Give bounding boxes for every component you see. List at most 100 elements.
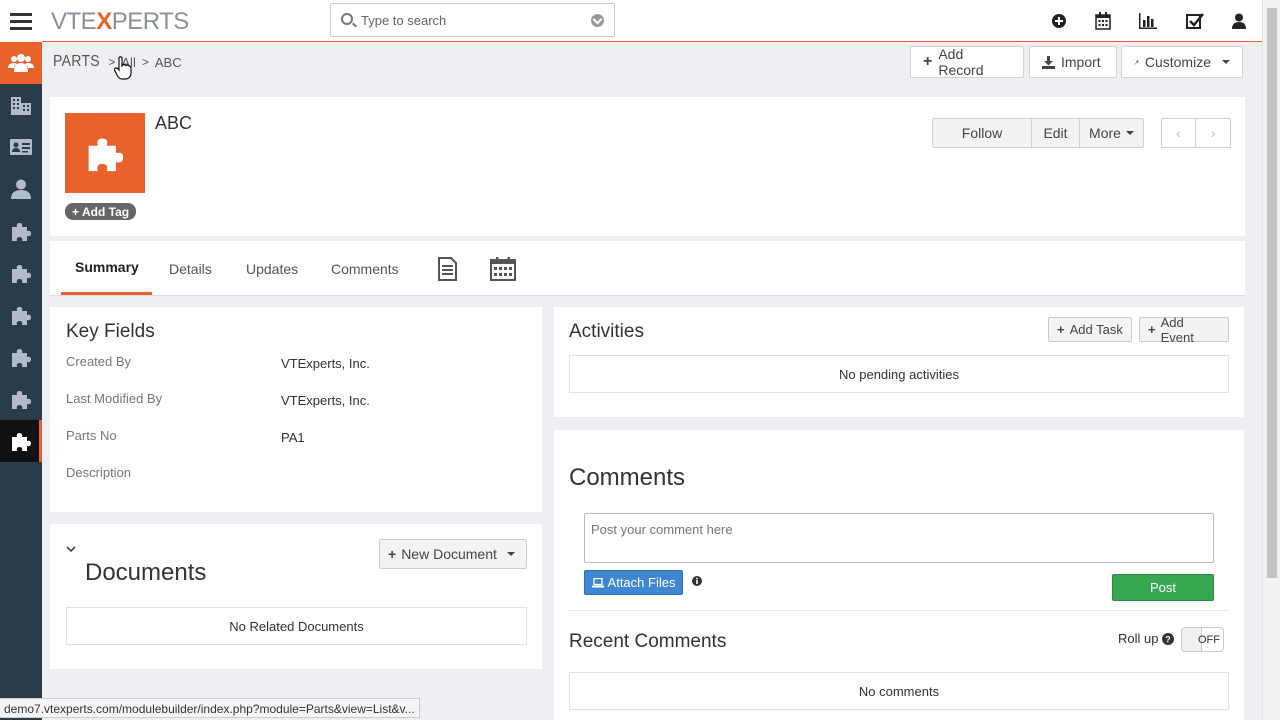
add-tag-label: Add Tag: [82, 204, 130, 219]
post-comment-button[interactable]: Post: [1112, 574, 1214, 601]
key-fields-panel: Key Fields Created By VTExperts, Inc. La…: [50, 307, 542, 512]
customize-button[interactable]: Customize: [1121, 46, 1243, 78]
sidebar-item-parts[interactable]: [0, 420, 42, 462]
comment-input[interactable]: [584, 513, 1214, 563]
search-dropdown-icon[interactable]: [591, 14, 604, 27]
users-group-icon: [8, 54, 34, 72]
chart-icon[interactable]: [1139, 13, 1157, 29]
edit-button[interactable]: Edit: [1032, 119, 1080, 147]
tab-summary[interactable]: Summary: [61, 241, 152, 295]
more-label: More: [1089, 125, 1121, 141]
sidebar-item-users[interactable]: [0, 42, 42, 84]
add-task-button[interactable]: + Add Task: [1048, 317, 1132, 342]
key-fields-title: Key Fields: [66, 321, 155, 342]
attach-files-button[interactable]: Attach Files: [584, 570, 683, 595]
plus-icon: +: [72, 204, 80, 219]
import-button[interactable]: Import: [1029, 46, 1117, 78]
field-value-last-modified-by[interactable]: VTExperts, Inc.: [281, 393, 370, 408]
top-bar: VTEXPERTS: [0, 0, 1262, 42]
chevron-left-icon: ‹: [1176, 125, 1181, 141]
app-logo[interactable]: VTEXPERTS: [51, 8, 189, 36]
logo-text-end: PERTS: [111, 8, 190, 35]
roll-up-toggle[interactable]: OFF: [1181, 627, 1224, 652]
calendar-icon: [490, 256, 516, 281]
comments-empty-message: No comments: [569, 672, 1229, 710]
caret-down-icon: [506, 552, 515, 556]
plus-icon: +: [1148, 322, 1156, 337]
activities-empty-message: No pending activities: [569, 355, 1229, 393]
chevron-right-icon: ›: [1210, 125, 1216, 141]
add-event-button[interactable]: + Add Event: [1139, 315, 1229, 345]
sidebar-item-organizations[interactable]: [0, 84, 42, 126]
sidebar-item-module-3[interactable]: [0, 294, 42, 336]
recent-comments-title: Recent Comments: [569, 631, 727, 652]
person-icon: [11, 179, 31, 199]
field-label: Description: [66, 465, 132, 480]
record-pager: ‹ ›: [1161, 118, 1231, 148]
sidebar-item-module-4[interactable]: [0, 336, 42, 378]
add-circle-icon[interactable]: [1051, 13, 1067, 29]
puzzle-icon: [12, 349, 31, 367]
chevron-down-icon[interactable]: [66, 546, 76, 554]
sidebar-item-leads[interactable]: [0, 168, 42, 210]
logo-text-x: X: [96, 8, 112, 35]
prev-record-button[interactable]: ‹: [1162, 119, 1196, 147]
svg-text:?: ?: [1165, 635, 1171, 645]
search-icon: [341, 13, 353, 25]
follow-button[interactable]: Follow: [933, 119, 1032, 147]
tab-documents[interactable]: [438, 241, 457, 296]
user-icon[interactable]: [1232, 13, 1246, 29]
record-module-image: [65, 113, 145, 193]
documents-empty-message: No Related Documents: [66, 607, 527, 645]
info-icon[interactable]: [692, 576, 702, 586]
record-title: ABC: [155, 113, 193, 133]
calendar-icon[interactable]: [1095, 12, 1111, 30]
add-tag-button[interactable]: + Add Tag: [65, 203, 137, 220]
sidebar-item-contacts[interactable]: [0, 126, 42, 168]
sidebar-item-module-5[interactable]: [0, 378, 42, 420]
field-label: Last Modified By: [66, 391, 163, 406]
field-value-parts-no[interactable]: PA1: [281, 430, 305, 445]
menu-hamburger-icon[interactable]: [0, 0, 42, 42]
page-scrollbar[interactable]: [1262, 0, 1280, 720]
field-label: Created By: [66, 354, 132, 369]
wrench-icon: [1134, 59, 1139, 65]
caret-down-icon: [1125, 131, 1134, 135]
caret-down-icon: [1222, 60, 1230, 64]
tab-calendar[interactable]: [490, 241, 516, 296]
new-document-label: New Document: [401, 546, 497, 562]
plus-icon: +: [1057, 322, 1065, 337]
link-status-bar: demo7.vtexperts.com/modulebuilder/index.…: [0, 698, 420, 718]
help-icon[interactable]: ?: [1162, 633, 1174, 645]
sidebar-item-module-1[interactable]: [0, 210, 42, 252]
activities-title: Activities: [569, 321, 644, 342]
plus-icon: +: [388, 546, 397, 562]
more-button[interactable]: More: [1080, 119, 1143, 147]
breadcrumb-module[interactable]: PARTS: [53, 53, 100, 71]
record-actions: Follow Edit More: [932, 118, 1144, 148]
tab-updates[interactable]: Updates: [246, 241, 298, 296]
scrollbar-thumb[interactable]: [1267, 8, 1277, 578]
logo-text-start: VTE: [51, 8, 97, 35]
plus-icon: +: [923, 53, 933, 70]
puzzle-icon: [12, 265, 31, 283]
sidebar-item-module-2[interactable]: [0, 252, 42, 294]
roll-up-label: Roll up: [1118, 631, 1159, 646]
add-record-button[interactable]: + Add Record: [910, 46, 1024, 78]
field-label: Parts No: [66, 428, 117, 443]
toggle-state-label: OFF: [1198, 634, 1220, 646]
task-check-icon[interactable]: [1186, 12, 1204, 30]
next-record-button[interactable]: ›: [1196, 119, 1230, 147]
comments-title: Comments: [569, 464, 686, 491]
search-input[interactable]: [361, 10, 581, 30]
tab-details[interactable]: Details: [169, 241, 212, 296]
breadcrumb-chevron-icon: >: [141, 55, 149, 69]
activities-panel: Activities + Add Task + Add Event No pendi…: [554, 307, 1244, 417]
new-document-button[interactable]: + New Document: [379, 539, 527, 569]
building-icon: [11, 97, 31, 115]
tab-comments[interactable]: Comments: [331, 241, 399, 296]
field-value-created-by[interactable]: VTExperts, Inc.: [281, 356, 370, 371]
document-icon: [438, 256, 457, 281]
puzzle-icon: [12, 391, 31, 409]
puzzle-icon: [88, 138, 124, 172]
